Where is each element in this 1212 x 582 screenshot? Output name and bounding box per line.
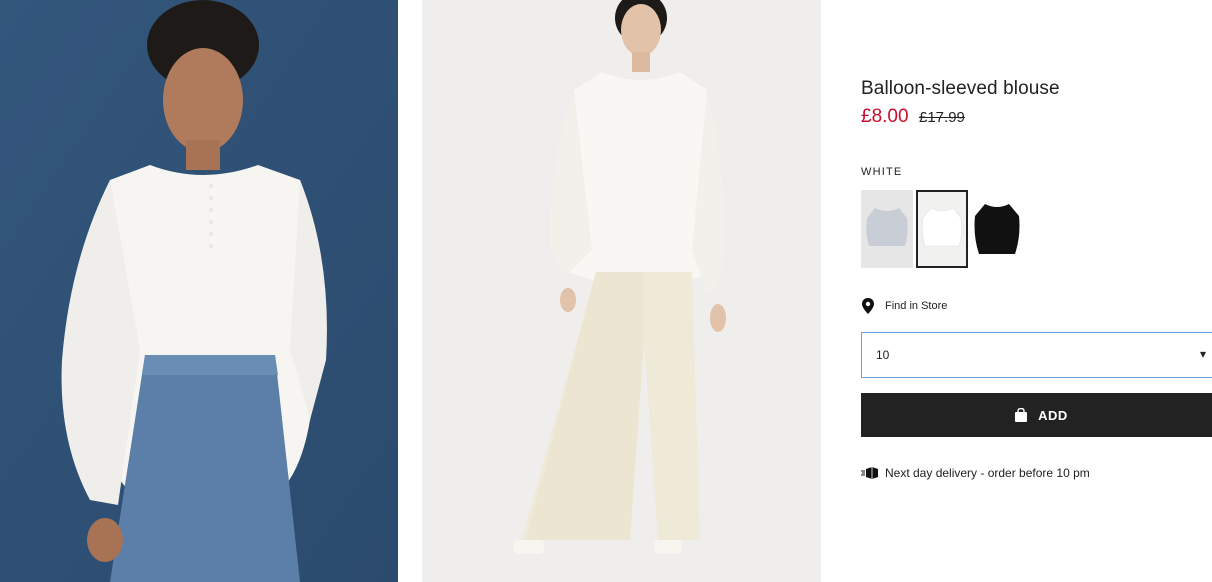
selected-color-label: WHITE [861,166,903,178]
product-photo-full-length[interactable] [422,0,821,582]
swatch-black[interactable] [971,190,1023,268]
chevron-down-icon: ▾ [1199,347,1206,361]
find-in-store-link[interactable]: Find in Store [861,298,947,314]
size-select[interactable]: 10 ▾ [861,332,1212,378]
swatch-white[interactable] [916,190,968,268]
find-in-store-label: Find in Store [885,300,948,312]
delivery-truck-icon [861,467,878,479]
product-title: Balloon-sleeved blouse [861,78,1060,99]
product-photo-front-closeup[interactable] [0,0,398,582]
delivery-info: Next day delivery - order before 10 pm [861,466,1090,480]
product-info-panel: Balloon-sleeved blouse £8.00 £17.99 WHIT… [861,0,1212,582]
original-price: £17.99 [919,109,965,126]
delivery-text: Next day delivery - order before 10 pm [885,466,1090,480]
price-row: £8.00 £17.99 [861,106,965,128]
map-pin-icon [862,298,874,314]
size-select-value: 10 [876,348,890,362]
sale-price: £8.00 [861,106,909,127]
color-swatches [861,190,1023,268]
swatch-light-grey[interactable] [861,190,913,268]
add-button-label: ADD [1038,407,1068,423]
add-to-bag-button[interactable]: ADD [861,393,1212,437]
shopping-bag-icon [1015,408,1028,422]
